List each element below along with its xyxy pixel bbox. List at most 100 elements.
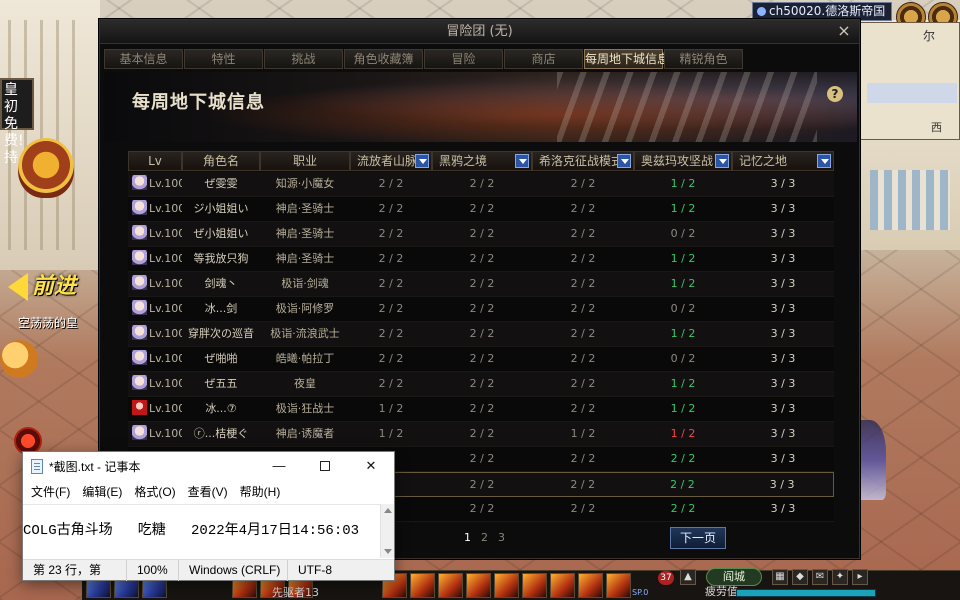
grid-icon[interactable]: ▦ <box>772 569 788 585</box>
bell-icon[interactable]: ▲ <box>680 569 696 585</box>
scene-sign: 皇初 免费! 持 <box>0 78 34 166</box>
notepad-statusbar: 第 23 行，第 100% Windows (CRLF) UTF-8 <box>23 559 394 581</box>
channel-label: ch50020.德洛斯帝国 <box>769 4 886 18</box>
tab-5[interactable]: 商店 <box>504 49 583 69</box>
skill-slot-icon[interactable] <box>578 573 603 598</box>
table-cell: 极诣·阿修罗 <box>275 302 335 315</box>
notepad-text-area[interactable]: COLG古角斗场 吃糖 2022年4月17日14:56:03 <box>23 504 380 558</box>
table-cell: 3 / 3 <box>770 352 796 365</box>
banner-decoration <box>557 72 817 142</box>
panel-title: 冒险团 (无) <box>446 24 513 39</box>
dropdown-icon[interactable] <box>715 154 729 168</box>
table-cell: 1 / 2 <box>378 427 404 440</box>
table-cell: Lv.100 <box>128 397 182 421</box>
table-row[interactable]: Lv.100 ぜ小姐姐い 神启·圣骑士 2 / 2 2 / 2 2 / 2 0 / 2 3 /… <box>128 222 834 247</box>
page-link-3[interactable]: 3 <box>498 531 505 544</box>
menu-item-2[interactable]: 格式(O) <box>128 481 181 503</box>
skill-slot-icon[interactable] <box>494 573 519 598</box>
table-cell: 3 / 3 <box>770 502 796 515</box>
minimize-button[interactable]: — <box>256 452 302 480</box>
dropdown-icon[interactable] <box>515 154 529 168</box>
table-cell: 2 / 2 <box>570 277 596 290</box>
table-cell: 2 / 2 <box>570 377 596 390</box>
help-icon[interactable]: ? <box>827 86 843 102</box>
pagination: 123 <box>464 531 515 544</box>
skill-slot-icon[interactable] <box>438 573 463 598</box>
dropdown-icon[interactable] <box>617 154 631 168</box>
table-row[interactable]: Lv.100 ぜ五五 夜皇 2 / 2 2 / 2 2 / 2 1 / 2 3 / 3 <box>128 372 834 397</box>
table-row[interactable]: Lv.100 ジ小姐姐い 神启·圣骑士 2 / 2 2 / 2 2 / 2 1 / 2 3 /… <box>128 197 834 222</box>
table-cell: ジ小姐姐い <box>193 202 249 215</box>
notepad-content: COLG古角斗场 吃糖 2022年4月17日14:56:03 <box>23 523 360 539</box>
table-cell: 0 / 2 <box>670 227 696 240</box>
pet-egg-icon[interactable] <box>0 340 38 378</box>
tab-3[interactable]: 角色收藏簿 <box>344 49 423 69</box>
page-title: 每周地下城信息 <box>132 92 265 113</box>
menu-item-0[interactable]: 文件(F) <box>25 481 76 503</box>
dropdown-icon[interactable] <box>817 154 831 168</box>
table-cell: ぜ五五 <box>204 377 238 390</box>
table-row[interactable]: Lv.100 ぜ雯雯 知源·小魔女 2 / 2 2 / 2 2 / 2 1 / 2 3 / 3 <box>128 172 834 197</box>
table-cell: 0 / 2 <box>670 352 696 365</box>
table-row[interactable]: Lv.100 冰...⑦ 极诣·狂战士 1 / 2 2 / 2 2 / 2 1 / 2 3 /… <box>128 397 834 422</box>
table-cell: 0 / 2 <box>670 302 696 315</box>
next-page-button[interactable]: 下一页 <box>670 527 726 549</box>
scroll-up-icon[interactable] <box>384 508 392 513</box>
skill-slot-icon[interactable] <box>522 573 547 598</box>
skill-slot-icon[interactable] <box>410 573 435 598</box>
menu-item-4[interactable]: 帮助(H) <box>234 481 287 503</box>
bag-icon[interactable]: ◆ <box>792 569 808 585</box>
tab-7[interactable]: 精锐角色 <box>664 49 743 69</box>
table-cell: 2 / 2 <box>469 478 495 491</box>
menu-item-3[interactable]: 查看(V) <box>182 481 234 503</box>
notepad-titlebar[interactable]: *截图.txt - 记事本 — ✕ <box>23 452 394 480</box>
vanguard-label: 先驱者13 <box>272 586 319 599</box>
table-cell: 1 / 2 <box>670 202 696 215</box>
maximize-button[interactable] <box>302 452 348 480</box>
system-icon[interactable]: ▸ <box>852 569 868 585</box>
table-row[interactable]: Lv.100 剑魂丶 极诣·剑魂 2 / 2 2 / 2 2 / 2 1 / 2 3 / 3 <box>128 272 834 297</box>
settings-icon[interactable]: ✦ <box>832 569 848 585</box>
table-row[interactable]: Lv.100 等我放只狗 神启·圣骑士 2 / 2 2 / 2 2 / 2 1 / 2 3 /… <box>128 247 834 272</box>
skill-slot-icon[interactable] <box>606 573 631 598</box>
tab-0[interactable]: 基本信息 <box>104 49 183 69</box>
page-link-1[interactable]: 1 <box>464 531 471 544</box>
close-button[interactable]: × <box>835 21 853 41</box>
tab-2[interactable]: 挑战 <box>264 49 343 69</box>
advance-indicator: 前进 <box>8 268 76 301</box>
table-row[interactable]: Lv.100 冰...剑 极诣·阿修罗 2 / 2 2 / 2 2 / 2 0 / 2 3 /… <box>128 297 834 322</box>
skill-slot-icon[interactable] <box>550 573 575 598</box>
tab-4[interactable]: 冒险 <box>424 49 503 69</box>
guild-shield-icon[interactable] <box>18 138 74 198</box>
menu-item-1[interactable]: 编辑(E) <box>76 481 128 503</box>
tab-1[interactable]: 特性 <box>184 49 263 69</box>
table-row[interactable]: Lv.100 ぜ啪啪 皓曦·帕拉丁 2 / 2 2 / 2 2 / 2 0 / 2 3 / 3 <box>128 347 834 372</box>
character-avatar-icon <box>132 250 147 265</box>
tab-6[interactable]: 每周地下城信息 <box>584 49 669 69</box>
mail-icon[interactable]: ✉ <box>812 569 828 585</box>
table-row[interactable]: Lv.100 穿胖次の巡音 极诣·流浪武士 2 / 2 2 / 2 2 / 2 1 / 2 3… <box>128 322 834 347</box>
column-header-label: 黑鸦之境 <box>439 154 488 168</box>
skill-slot-icon[interactable] <box>466 573 491 598</box>
fatigue-bar <box>736 589 876 597</box>
vertical-scrollbar[interactable] <box>380 504 394 558</box>
scroll-down-icon[interactable] <box>384 549 392 554</box>
character-avatar-icon <box>132 325 147 340</box>
table-cell: 2 / 2 <box>670 502 696 515</box>
table-cell: 2 / 2 <box>469 502 495 515</box>
minimap[interactable]: 尔 西 <box>856 22 960 140</box>
table-cell: 2 / 2 <box>378 327 404 340</box>
character-avatar-icon <box>132 300 147 315</box>
notepad-close-button[interactable]: ✕ <box>348 452 394 480</box>
status-encoding: UTF-8 <box>287 560 332 581</box>
level-text: Lv.100 <box>149 327 182 340</box>
page-link-2[interactable]: 2 <box>481 531 488 544</box>
table-cell: 3 / 3 <box>770 277 796 290</box>
table-cell: 2 / 2 <box>378 377 404 390</box>
table-cell: 2 / 2 <box>570 402 596 415</box>
table-row[interactable]: Lv.100 ⓡ...桔梗ぐ 神启·诱魔者 1 / 2 2 / 2 1 / 2 1 / 2 3… <box>128 422 834 447</box>
character-avatar-icon <box>132 225 147 240</box>
notepad-window: *截图.txt - 记事本 — ✕ 文件(F) 编辑(E) 格式(O) 查看(V) 帮助… <box>22 451 395 581</box>
character-avatar-icon <box>132 375 147 390</box>
dropdown-icon[interactable] <box>415 154 429 168</box>
